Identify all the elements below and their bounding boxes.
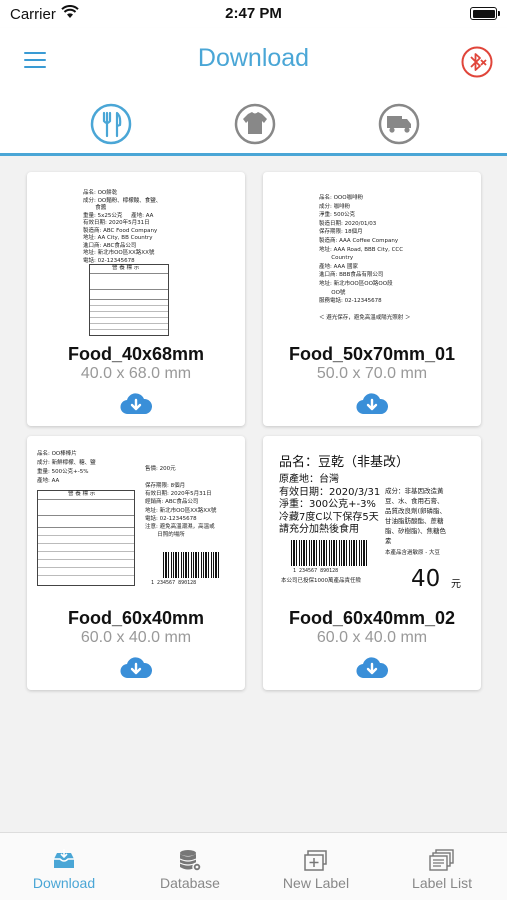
- tab-download[interactable]: Download: [1, 833, 127, 900]
- barcode: [163, 552, 219, 578]
- battery-icon: [470, 7, 500, 20]
- status-bar: Carrier 2:47 PM: [0, 0, 507, 28]
- cloud-download-icon[interactable]: [356, 656, 389, 680]
- label-preview: 品名: OO餅乾 成分: OO麵粉、檸檬酸、食鹽、 食醬 重量: 5x25公克 …: [53, 180, 219, 338]
- template-card[interactable]: 品名: OO棒棒片 成分: 新鮮檸檬、糖、鹽 重量: 500公克+-5% 產地:…: [27, 436, 245, 690]
- category-tabs: [0, 94, 507, 156]
- label-preview: 品名：豆乾（非基改） 原產地：台灣 有效日期：2020/3/31 淨重：300公…: [271, 444, 475, 602]
- page-title: Download: [197, 44, 310, 72]
- template-name: Food_50x70mm_01: [288, 344, 456, 364]
- clothing-shirt-icon[interactable]: [233, 102, 277, 146]
- insurance-note: 本公司已投保1000萬產品責任險: [281, 578, 361, 584]
- clock: 2:47 PM: [225, 5, 282, 22]
- barcode-number: 1 234567 890128: [293, 568, 339, 574]
- new-label-icon: [303, 849, 329, 873]
- navigation-bar: Download: [0, 28, 507, 94]
- label-preview: 品名: OO棒棒片 成分: 新鮮檸檬、糖、鹽 重量: 500公克+-5% 產地:…: [33, 444, 239, 602]
- label-preview-text: 成分：非基因改造黃 豆、水、食用石膏、 品質改良劑(卵磷脂、 甘油脂肪酸酯、蔗糖…: [385, 487, 447, 545]
- tab-label: New Label: [282, 875, 350, 891]
- barcode-number: 1 234567 890128: [151, 580, 197, 586]
- tab-label: Download: [32, 875, 96, 891]
- cloud-download-icon[interactable]: [120, 392, 153, 416]
- logistics-truck-icon[interactable]: [377, 102, 421, 146]
- price-currency: 元: [451, 579, 461, 590]
- tab-new-label[interactable]: New Label: [253, 833, 379, 900]
- price-label: 售價: 200元: [145, 466, 176, 472]
- database-settings-icon: [177, 849, 203, 873]
- template-card[interactable]: 品名: OO餅乾 成分: OO麵粉、檸檬酸、食鹽、 食醬 重量: 5x25公克 …: [27, 172, 245, 426]
- template-name: Food_60x40mm: [67, 608, 205, 628]
- food-utensils-icon[interactable]: [89, 102, 133, 146]
- cloud-download-icon[interactable]: [356, 392, 389, 416]
- template-name: Food_40x68mm: [67, 344, 205, 364]
- nutrition-table-title: 營 養 標 示: [112, 265, 140, 271]
- label-preview: 品名: OOO咖啡粉 成分: 咖啡粉 淨重: 500公克 製造日期: 2020/…: [289, 180, 455, 338]
- download-tray-icon: [51, 849, 77, 873]
- label-preview-title: 品名：豆乾（非基改）: [279, 455, 410, 470]
- label-preview-text: 保存期限: 8個月 有效日期: 2020年5月31日 經銷商: ABC食品公司 …: [145, 483, 217, 539]
- label-preview-text: 品名: OO棒棒片 成分: 新鮮檸檬、糖、鹽 重量: 500公克+-5% 產地:…: [37, 451, 96, 484]
- tab-label: Database: [160, 875, 220, 891]
- template-card[interactable]: 品名：豆乾（非基改） 原產地：台灣 有效日期：2020/3/31 淨重：300公…: [263, 436, 481, 690]
- tab-label: Label List: [412, 875, 472, 891]
- label-preview-text: 原產地：台灣 有效日期：2020/3/31 淨重：300公克+-3% 冷藏7度C…: [279, 474, 381, 535]
- label-preview-text: 品名: OOO咖啡粉 成分: 咖啡粉 淨重: 500公克 製造日期: 2020/…: [319, 195, 411, 322]
- template-size: 50.0 x 70.0 mm: [316, 365, 428, 382]
- cloud-download-icon[interactable]: [120, 656, 153, 680]
- tab-database[interactable]: Database: [127, 833, 253, 900]
- label-preview-text: 品名: OO餅乾 成分: OO麵粉、檸檬酸、食鹽、 食醬 重量: 5x25公克 …: [83, 190, 162, 264]
- template-size: 40.0 x 68.0 mm: [80, 365, 192, 382]
- template-size: 60.0 x 40.0 mm: [80, 629, 192, 646]
- tab-label-list[interactable]: Label List: [379, 833, 505, 900]
- allergen-note: 本產品含過敏原 - 大豆: [385, 550, 440, 556]
- nutrition-table: 營 養 標 示: [37, 490, 135, 586]
- template-card[interactable]: 品名: OOO咖啡粉 成分: 咖啡粉 淨重: 500公克 製造日期: 2020/…: [263, 172, 481, 426]
- barcode: [291, 540, 367, 566]
- bottom-tab-bar: Download Database New Label Label List: [0, 832, 507, 900]
- bluetooth-disconnected-icon[interactable]: [461, 46, 493, 78]
- template-size: 60.0 x 40.0 mm: [316, 629, 428, 646]
- price-value: 40: [411, 566, 441, 592]
- label-list-icon: [429, 849, 455, 873]
- nutrition-table-title: 營 養 標 示: [68, 491, 96, 497]
- template-name: Food_60x40mm_02: [288, 608, 456, 628]
- nutrition-table: 營 養 標 示: [89, 264, 169, 336]
